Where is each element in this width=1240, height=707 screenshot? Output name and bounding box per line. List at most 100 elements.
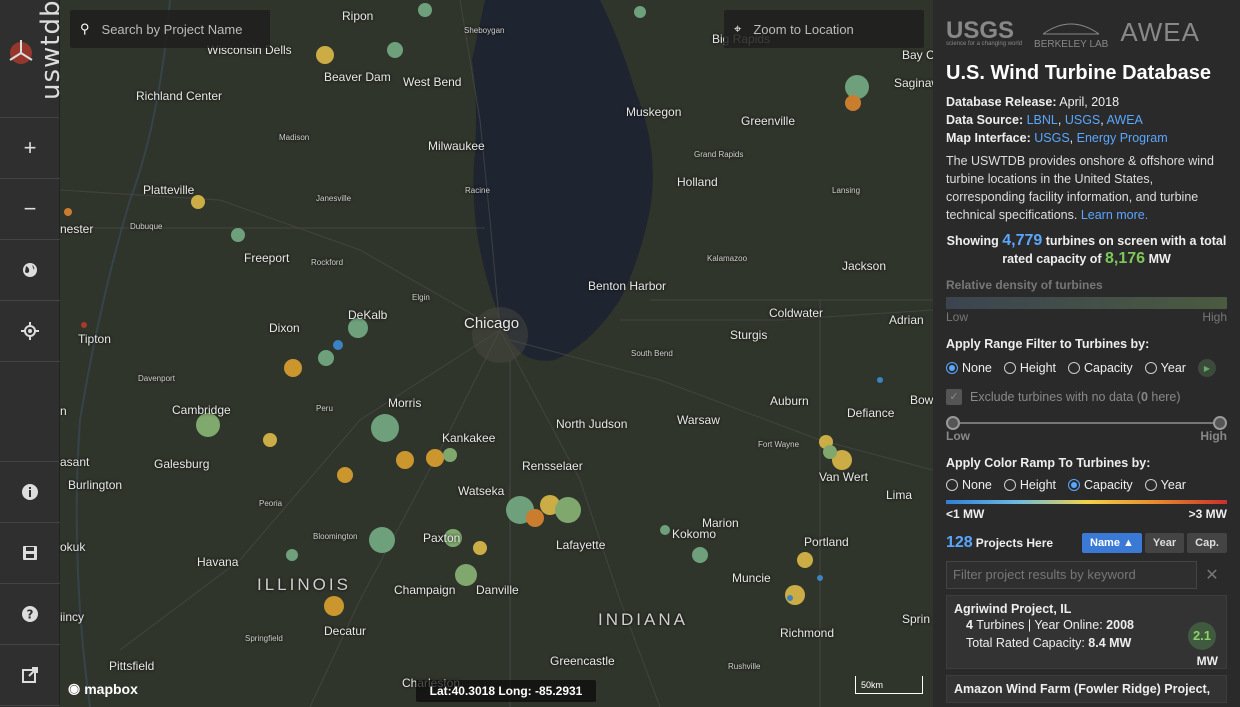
place-label: Bay C [902,48,933,62]
place-label: Platteville [143,183,195,197]
place-label: Beaver Dam [324,70,391,84]
project-filter-row: Filter project results by keyword ✕ [946,561,1227,589]
play-animation-button[interactable]: ▶ [1197,359,1216,377]
radio-icon [1003,362,1016,374]
place-label: Ripon [342,9,374,23]
energy-program-link[interactable]: Energy Program [1077,131,1168,145]
source-row: Data Source: LBNL, USGS, AWEA [946,113,1143,127]
place-label: Bloomington [313,532,358,541]
density-legend-labels: Low High [946,310,1227,324]
badge-unit: MW [1196,654,1218,668]
learn-more-link[interactable]: Learn more. [1081,208,1148,222]
place-label: Kalamazoo [707,254,748,263]
place-label: asant [60,455,90,469]
description: The USWTDB provides onshore & offshore w… [946,152,1227,224]
slider-track [952,422,1221,424]
capacity-unit: MW [1148,252,1171,266]
berkeley-lab-logo[interactable]: BERKELEY LAB [1034,14,1108,50]
ramp-option-capacity[interactable]: Capacity [1068,478,1133,492]
zoom-to-location-input[interactable]: ⌖ Zoom to Location [724,10,924,48]
range-option-label: Year [1160,361,1186,375]
ramp-option-none[interactable]: None [946,478,992,492]
slider-high-handle[interactable] [1213,416,1227,430]
project-search-input[interactable]: ⚲ Search by Project Name [70,10,270,48]
place-label: North Judson [556,417,628,431]
project-card[interactable]: Agriwind Project, IL 4 Turbines | Year O… [946,595,1227,669]
usgs-link[interactable]: USGS [1065,113,1100,127]
place-label: Richmond [780,626,835,640]
zoom-location-placeholder: Zoom to Location [753,21,854,37]
external-link-button[interactable] [0,645,60,706]
ramp-option-height[interactable]: Height [1003,478,1057,492]
sort-by-capacity-button[interactable]: Cap. [1187,533,1227,553]
place-label: Decatur [324,624,367,638]
globe-icon [23,263,37,277]
turbine-capacity-badge: 2.1 [1188,622,1216,650]
exclude-no-data-checkbox[interactable]: ✓ Exclude turbines with no data (0 here) [946,389,1227,405]
awea-logo[interactable]: AWEA [1120,17,1200,48]
radio-icon [946,479,958,491]
place-label: Kokomo [672,527,717,541]
exclude-label-text: Exclude turbines with no data ( [970,390,1141,404]
color-ramp-options: None Height Capacity Year [946,478,1227,492]
close-icon: ✕ [1205,567,1219,584]
place-label: Kankakee [442,431,496,445]
minus-icon: − [23,196,37,221]
help-button[interactable]: ? [0,584,60,645]
slider-low-handle[interactable] [946,416,960,430]
place-label: Morris [388,396,422,410]
range-filter-title: Apply Range Filter to Turbines by: [946,337,1150,351]
place-label: South Bend [631,349,673,358]
range-option-year[interactable]: Year [1144,361,1186,375]
color-ramp-bar [946,500,1227,504]
awea-link[interactable]: AWEA [1107,113,1143,127]
place-label: Burlington [68,478,123,492]
usgs-logo[interactable]: USGS science for a changing world [946,17,1022,47]
place-label: Elgin [412,293,430,302]
sort-by-year-button[interactable]: Year [1144,533,1185,553]
place-label: Paxton [423,531,461,545]
lbnl-link[interactable]: LBNL [1027,113,1058,127]
range-option-capacity[interactable]: Capacity [1068,361,1133,375]
map-canvas[interactable]: Ripon Sheboygan Big Rapids Bay C Wiscons… [60,0,933,707]
zoom-out-button[interactable]: − [0,179,60,240]
exclude-count: 0 [1140,390,1148,404]
project-filter-input[interactable]: Filter project results by keyword [946,561,1197,589]
project-card-capacity: Total Rated Capacity: 8.4 MW [966,634,1219,652]
left-toolbar: uswtdb + − ? [0,0,66,707]
ramp-high-label: >3 MW [1188,507,1227,521]
toolbar-spacer [0,362,59,462]
ramp-option-year[interactable]: Year [1144,478,1186,492]
project-card[interactable]: Amazon Wind Farm (Fowler Ridge) Project, [946,675,1227,703]
place-label: Freeport [244,251,290,265]
place-label: okuk [60,540,86,554]
slider-low-label: Low [946,429,970,443]
locate-button[interactable] [0,301,60,362]
place-label: Rockford [311,258,344,267]
ramp-low-label: <1 MW [946,507,985,521]
place-label: Watseka [458,484,505,498]
clear-filter-button[interactable]: ✕ [1197,565,1227,585]
place-label: Champaign [394,583,456,597]
place-label: Greenville [741,114,796,128]
info-button[interactable] [0,462,60,523]
mapbox-attribution[interactable]: ◉ mapbox [68,680,138,697]
range-option-none[interactable]: None [946,361,992,375]
release-value: April, 2018 [1059,95,1120,109]
place-label: Lansing [832,186,861,195]
save-button[interactable] [0,523,60,584]
turbine-summary: Showing 4,779 turbines on screen with a … [946,232,1227,268]
range-option-height[interactable]: Height [1003,361,1056,375]
sort-by-name-button[interactable]: Name ▲ [1082,533,1142,553]
density-high-label: High [1202,310,1227,324]
zoom-in-button[interactable]: + [0,118,60,179]
ramp-option-label: Height [1019,478,1057,492]
turbine-count-value: 4 [966,618,973,632]
project-card-turbines: 4 Turbines | Year Online: 2008 [966,616,1219,634]
basemap-button[interactable] [0,240,60,301]
project-search-placeholder: Search by Project Name [101,21,243,37]
usgs-interface-link[interactable]: USGS [1034,131,1069,145]
range-slider[interactable] [946,415,1227,431]
place-label: Jackson [842,259,887,273]
capacity-value: 8.4 MW [1088,636,1132,650]
